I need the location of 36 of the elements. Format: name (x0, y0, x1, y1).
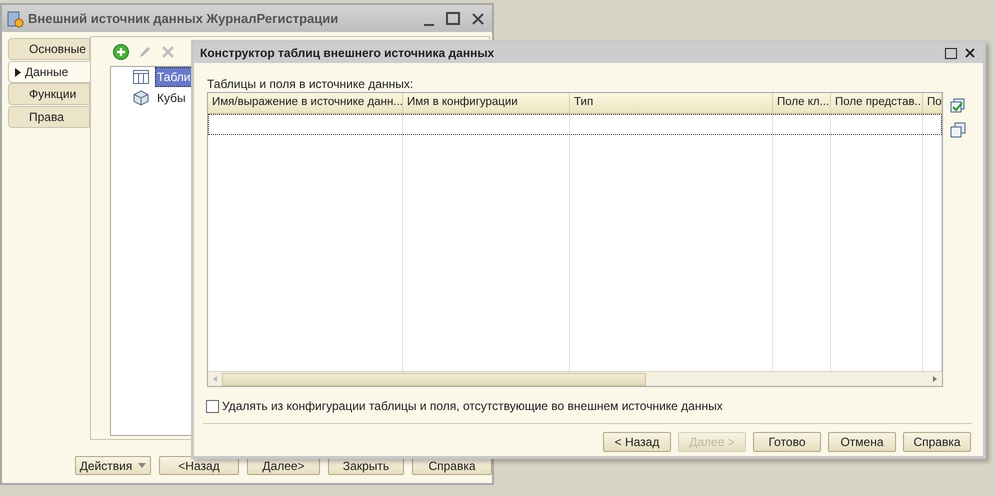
tree-item[interactable]: Табли (155, 66, 193, 86)
close-icon[interactable] (472, 12, 484, 24)
column-header[interactable]: Тип (570, 93, 773, 113)
tab[interactable]: Основные (8, 38, 90, 60)
copy-icon[interactable] (950, 122, 966, 138)
tab[interactable]: Права (8, 106, 90, 128)
window-title: Внешний источник данных ЖурналРегистрации (28, 10, 340, 28)
checkbox-label: Удалять из конфигурации таблицы и поля, отсутствующие во внешнем источнике данных (222, 398, 723, 415)
add-icon[interactable] (113, 44, 129, 60)
check-tables-icon[interactable] (950, 98, 966, 114)
column-header[interactable]: Имя/выражение в источнике данн... (208, 93, 403, 113)
button[interactable]: < Назад (603, 432, 671, 452)
close-icon[interactable] (965, 48, 975, 58)
caret-icon (138, 463, 146, 468)
selected-marker-icon (15, 68, 21, 76)
button[interactable]: Отмена (828, 432, 896, 452)
dialog-title: Конструктор таблиц внешнего источника данных (200, 45, 496, 62)
scrollbar-thumb[interactable] (222, 372, 646, 386)
tree-item[interactable]: Кубы (155, 88, 188, 106)
table-label: Таблицы и поля в источнике данных: (207, 77, 414, 91)
button[interactable]: <Назад (159, 456, 239, 475)
column-header[interactable]: Поле представ... (831, 93, 923, 113)
maximize-icon[interactable] (945, 48, 957, 58)
button[interactable]: Справка (903, 432, 971, 452)
table-icon (133, 70, 149, 84)
maximize-icon[interactable] (446, 12, 460, 25)
column-header[interactable]: По (923, 93, 942, 113)
tab[interactable]: Функции (8, 83, 90, 105)
cube-icon (133, 90, 149, 106)
column-header[interactable]: Имя в конфигурации (403, 93, 570, 113)
tab[interactable]: Данные (8, 61, 91, 83)
actions-dropdown[interactable]: Действия (75, 456, 151, 475)
checkbox[interactable] (206, 400, 219, 412)
column-header[interactable]: Поле кл... (773, 93, 831, 113)
horizontal-scrollbar[interactable] (208, 371, 942, 386)
button[interactable]: Готово (753, 432, 821, 452)
